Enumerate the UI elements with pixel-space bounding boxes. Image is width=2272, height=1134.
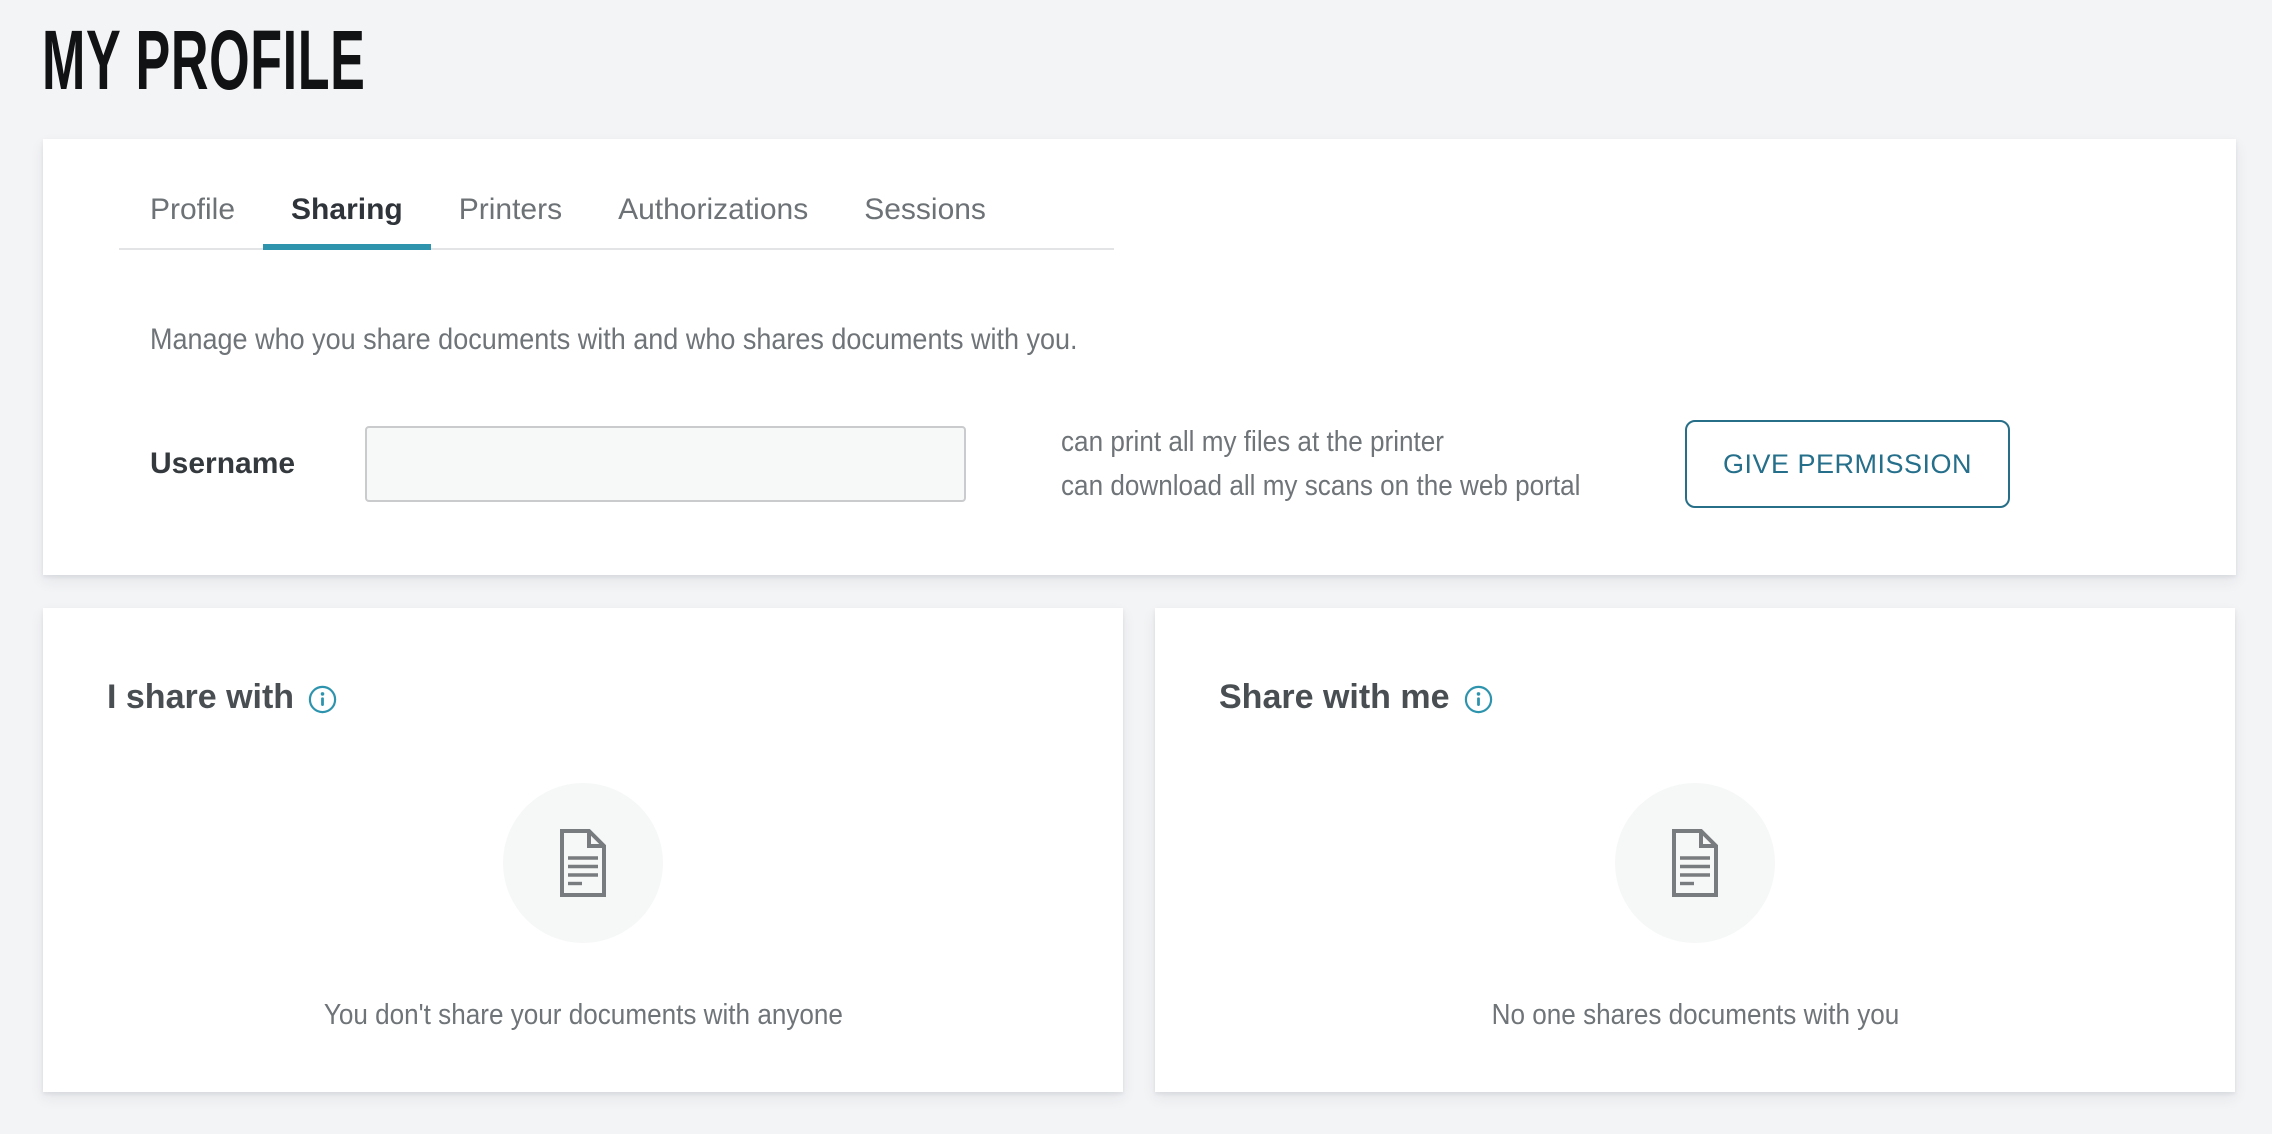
give-permission-button[interactable]: GIVE PERMISSION [1685, 420, 2010, 508]
share-with-me-empty-state: No one shares documents with you [1155, 783, 2235, 1032]
tab-printers[interactable]: Printers [431, 172, 590, 248]
sharing-cards: I share with [43, 608, 2272, 1092]
i-share-with-title: I share with [107, 678, 294, 717]
document-icon [503, 783, 663, 943]
sharing-description: Manage who you share documents with and … [150, 323, 2236, 357]
tab-profile[interactable]: Profile [119, 172, 263, 248]
page-title: MY PROFILE [42, 18, 2272, 102]
my-profile-page: MY PROFILE Profile Sharing Printers Auth… [0, 18, 2272, 1134]
sharing-panel: Profile Sharing Printers Authorizations … [43, 139, 2236, 575]
username-label: Username [150, 447, 365, 481]
share-with-me-card: Share with me [1155, 608, 2235, 1092]
permission-description: can print all my files at the printer ca… [1061, 420, 1623, 508]
info-icon[interactable] [1464, 685, 1493, 714]
empty-state-text: You don't share your documents with anyo… [43, 999, 1123, 1032]
share-with-me-header: Share with me [1219, 678, 2235, 717]
username-input[interactable] [365, 426, 966, 502]
i-share-with-header: I share with [107, 678, 1123, 717]
tab-sessions[interactable]: Sessions [836, 172, 1014, 248]
tab-bar: Profile Sharing Printers Authorizations … [119, 139, 1114, 250]
give-permission-row: Username can print all my files at the p… [150, 424, 2236, 504]
permission-line-1: can print all my files at the printer [1061, 420, 1444, 464]
info-icon[interactable] [308, 685, 337, 714]
permission-line-2: can download all my scans on the web por… [1061, 464, 1580, 508]
i-share-with-empty-state: You don't share your documents with anyo… [43, 783, 1123, 1032]
empty-state-text: No one shares documents with you [1155, 999, 2235, 1032]
document-icon [1615, 783, 1775, 943]
share-with-me-title: Share with me [1219, 678, 1450, 717]
i-share-with-card: I share with [43, 608, 1123, 1092]
tab-authorizations[interactable]: Authorizations [590, 172, 836, 248]
tab-sharing[interactable]: Sharing [263, 172, 431, 248]
